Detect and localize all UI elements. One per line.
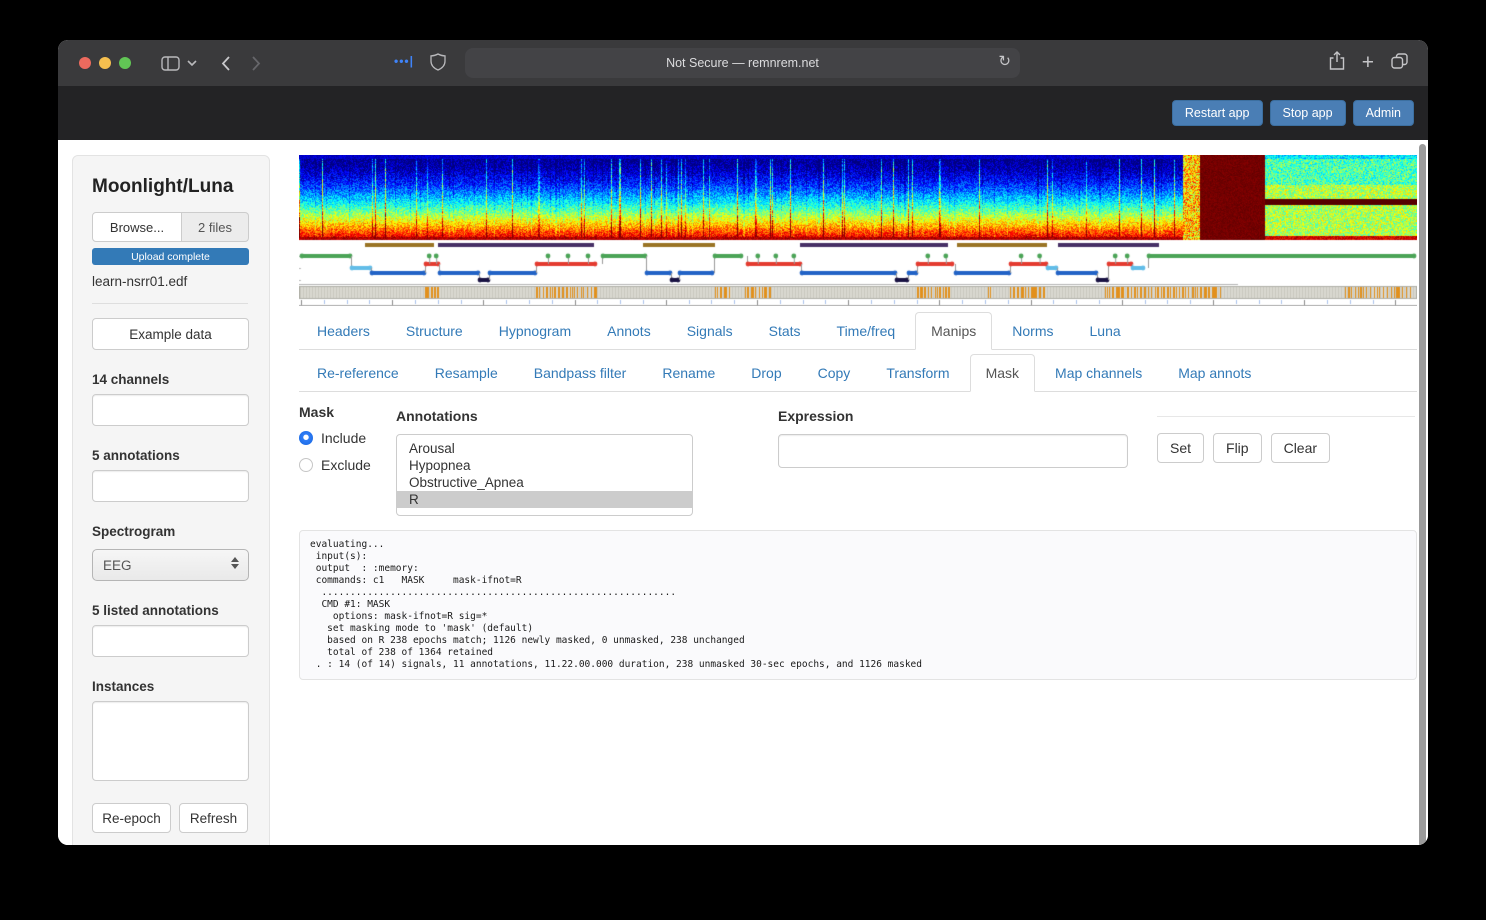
- clear-button[interactable]: Clear: [1271, 433, 1330, 463]
- zoom-window-button[interactable]: [119, 57, 131, 69]
- channels-input[interactable]: [92, 394, 249, 426]
- share-icon[interactable]: [1329, 51, 1345, 75]
- sidebar-toggle-icon[interactable]: [161, 56, 180, 71]
- subtab-copy[interactable]: Copy: [802, 354, 867, 392]
- chevron-down-icon[interactable]: [187, 60, 197, 66]
- close-window-button[interactable]: [79, 57, 91, 69]
- new-tab-icon[interactable]: +: [1362, 56, 1374, 70]
- exclude-radio[interactable]: Exclude: [299, 457, 396, 473]
- annotations-list-label: Annotations: [396, 408, 778, 424]
- tab-luna[interactable]: Luna: [1074, 312, 1137, 350]
- subtab-re-reference[interactable]: Re-reference: [301, 354, 415, 392]
- include-radio[interactable]: Include: [299, 430, 396, 446]
- sidebar-well: Moonlight/Luna Browse... 2 files Upload …: [72, 155, 270, 845]
- annotations-listbox[interactable]: Arousal Hypopnea Obstructive_Apnea R: [396, 434, 693, 516]
- forward-icon: [252, 56, 261, 71]
- select-stepper-icon: [231, 557, 239, 569]
- uploaded-filename: learn-nsrr01.edf: [92, 274, 248, 289]
- tab-headers[interactable]: Headers: [301, 312, 386, 350]
- expression-input[interactable]: [778, 434, 1128, 468]
- annotations-input[interactable]: [92, 470, 249, 502]
- divider: [92, 303, 248, 304]
- subtab-mask[interactable]: Mask: [970, 354, 1035, 392]
- annotation-option[interactable]: Obstructive_Apnea: [397, 474, 692, 491]
- set-button[interactable]: Set: [1157, 433, 1204, 463]
- radio-unselected-icon: [299, 458, 313, 472]
- example-data-button[interactable]: Example data: [92, 318, 249, 350]
- upload-progress-bar: Upload complete: [92, 248, 249, 265]
- tab-stats[interactable]: Stats: [753, 312, 817, 350]
- annotation-option[interactable]: Arousal: [397, 440, 692, 457]
- tab-overview-icon[interactable]: [1391, 53, 1408, 74]
- spectrogram-select[interactable]: EEG: [92, 549, 249, 581]
- app-title: Moonlight/Luna: [92, 176, 248, 198]
- browser-window: •••| Not Secure — remnrem.net ↻ +: [58, 40, 1428, 845]
- flip-button[interactable]: Flip: [1213, 433, 1262, 463]
- divider: [1157, 416, 1415, 417]
- subtab-bandpass-filter[interactable]: Bandpass filter: [518, 354, 643, 392]
- subtab-resample[interactable]: Resample: [419, 354, 514, 392]
- annotation-option-selected[interactable]: R: [397, 491, 692, 508]
- re-epoch-button[interactable]: Re-epoch: [92, 803, 171, 833]
- browse-button[interactable]: Browse...: [92, 212, 182, 242]
- files-count-chip: 2 files: [182, 212, 249, 242]
- subtab-map-channels[interactable]: Map channels: [1039, 354, 1158, 392]
- mask-heading: Mask: [299, 404, 396, 420]
- subtab-rename[interactable]: Rename: [646, 354, 731, 392]
- viz-canvas[interactable]: [299, 155, 1417, 306]
- tab-group-dots-icon[interactable]: •••|: [394, 54, 414, 68]
- tab-manips[interactable]: Manips: [915, 312, 992, 350]
- mask-panel: Mask Include Exclude Annotations Arousal…: [299, 402, 1417, 516]
- subtab-drop[interactable]: Drop: [735, 354, 797, 392]
- main-tabbar: Headers Structure Hypnogram Annots Signa…: [299, 312, 1417, 350]
- radio-selected-icon: [299, 431, 313, 445]
- minimize-window-button[interactable]: [99, 57, 111, 69]
- url-text: Not Secure — remnrem.net: [666, 56, 819, 70]
- channels-label: 14 channels: [92, 372, 248, 387]
- instances-textarea[interactable]: [92, 701, 249, 781]
- back-icon[interactable]: [221, 56, 230, 71]
- tab-hypnogram[interactable]: Hypnogram: [483, 312, 587, 350]
- traffic-lights: [79, 57, 131, 69]
- annotations-label: 5 annotations: [92, 448, 248, 463]
- listed-annotations-label: 5 listed annotations: [92, 603, 248, 618]
- browser-toolbar: •••| Not Secure — remnrem.net ↻ +: [58, 40, 1428, 86]
- reload-icon[interactable]: ↻: [998, 52, 1011, 70]
- manips-subtabbar: Re-reference Resample Bandpass filter Re…: [299, 354, 1417, 392]
- privacy-shield-icon[interactable]: [430, 53, 446, 71]
- scrollbar[interactable]: [1419, 144, 1426, 845]
- listed-annotations-input[interactable]: [92, 625, 249, 657]
- app-header: Restart app Stop app Admin: [58, 86, 1428, 140]
- spectrogram-label: Spectrogram: [92, 524, 248, 539]
- tab-annots[interactable]: Annots: [591, 312, 667, 350]
- tab-timefreq[interactable]: Time/freq: [821, 312, 912, 350]
- file-upload-group: Browse... 2 files: [92, 212, 249, 242]
- tab-signals[interactable]: Signals: [671, 312, 749, 350]
- admin-button[interactable]: Admin: [1353, 100, 1414, 126]
- include-radio-label: Include: [321, 430, 366, 446]
- instances-label: Instances: [92, 679, 248, 694]
- restart-app-button[interactable]: Restart app: [1172, 100, 1263, 126]
- subtab-map-annots[interactable]: Map annots: [1162, 354, 1267, 392]
- main-panel: Headers Structure Hypnogram Annots Signa…: [270, 140, 1428, 845]
- url-bar[interactable]: Not Secure — remnrem.net ↻: [465, 48, 1020, 78]
- spectrogram-select-value: EEG: [103, 558, 132, 573]
- expression-label: Expression: [778, 408, 1157, 424]
- annotation-option[interactable]: Hypopnea: [397, 457, 692, 474]
- refresh-button[interactable]: Refresh: [179, 803, 248, 833]
- exclude-radio-label: Exclude: [321, 457, 371, 473]
- luna-console-output: evaluating... input(s): output : :memory…: [299, 530, 1417, 680]
- tab-structure[interactable]: Structure: [390, 312, 479, 350]
- subtab-transform[interactable]: Transform: [870, 354, 965, 392]
- tab-norms[interactable]: Norms: [996, 312, 1069, 350]
- stop-app-button[interactable]: Stop app: [1270, 100, 1346, 126]
- sidebar: Moonlight/Luna Browse... 2 files Upload …: [58, 140, 270, 845]
